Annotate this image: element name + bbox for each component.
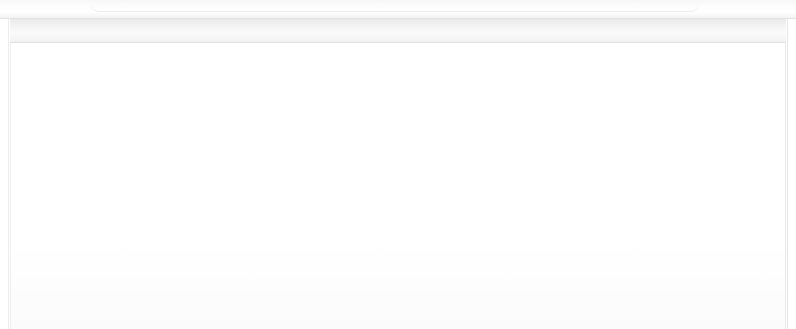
drawer-handle-recess[interactable] bbox=[10, 19, 786, 43]
product-image bbox=[0, 0, 796, 329]
drawer-front[interactable] bbox=[10, 43, 786, 329]
basin-rim bbox=[90, 2, 700, 12]
countertop bbox=[0, 0, 796, 19]
